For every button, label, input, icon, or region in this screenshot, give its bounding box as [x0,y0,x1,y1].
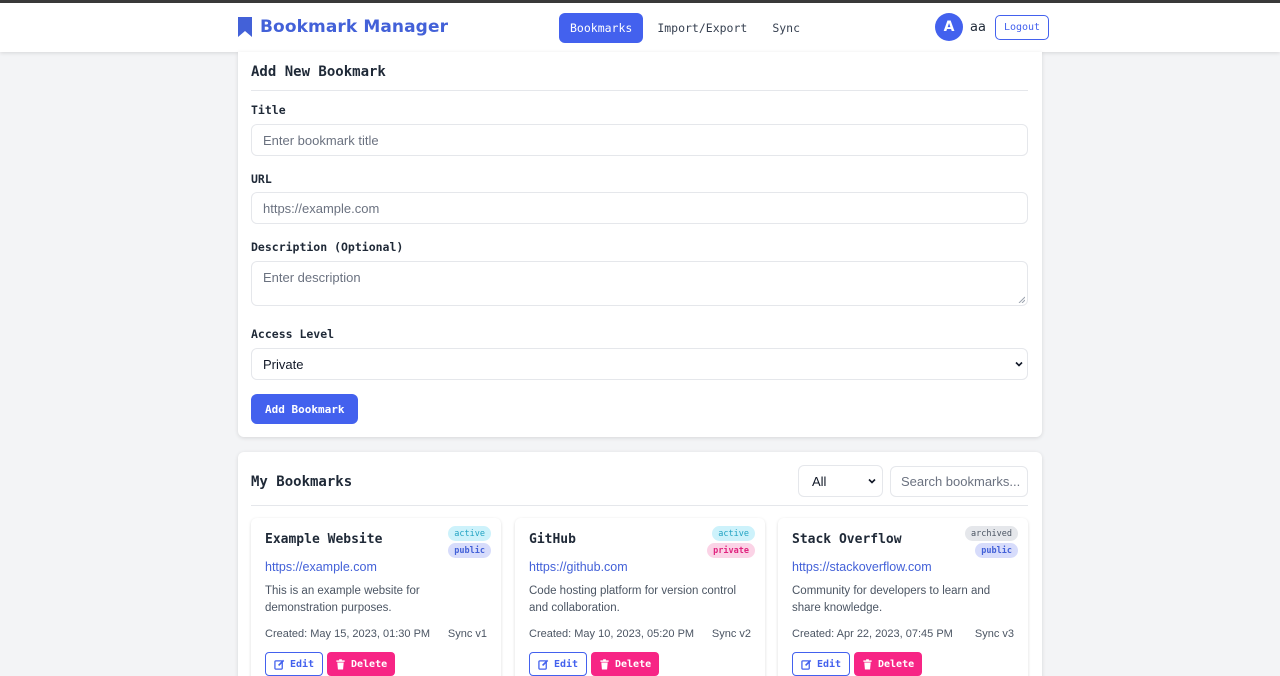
url-input[interactable]: https://example.com [251,192,1028,224]
edit-icon [801,659,812,670]
status-badge: active [712,526,755,541]
bookmark-title: Example Website [265,532,383,547]
trash-icon [336,658,345,670]
bookmark-description: Code hosting platform for version contro… [529,585,737,614]
trash-icon [863,658,872,670]
url-label: URL [251,172,272,186]
access-badge: public [975,543,1018,558]
my-bookmarks-card: My Bookmarks All Search bookmarks... Exa… [238,452,1042,676]
add-bookmark-card: Add New Bookmark Title Enter bookmark ti… [238,52,1042,437]
status-filter-value: All [812,473,827,489]
status-badge: archived [965,526,1018,541]
bookmark-card: Example Website active public https://ex… [251,518,501,676]
badge-group: active private [707,526,755,560]
url-placeholder: https://example.com [263,200,380,216]
access-level-select[interactable]: Private [251,348,1028,380]
nav-bookmarks[interactable]: Bookmarks [559,13,644,43]
bookmark-description: Community for developers to learn and sh… [792,585,991,614]
access-badge: public [448,543,491,558]
bookmark-description: This is an example website for demonstra… [265,585,420,614]
edit-icon [538,659,549,670]
bookmark-sync-version: Sync v3 [974,628,1014,640]
status-badge: active [448,526,491,541]
title-label: Title [251,103,286,117]
delete-button[interactable]: Delete [591,652,660,676]
add-bookmark-button[interactable]: Add Bookmark [251,394,359,424]
bookmark-created-date: Created: May 10, 2023, 05:20 PM [529,628,695,640]
delete-label: Delete [878,658,915,670]
main-nav: Bookmarks Import/Export Sync [559,13,814,43]
edit-label: Edit [290,658,315,670]
title-input[interactable]: Enter bookmark title [251,124,1028,156]
username: aa [970,19,986,35]
bookmark-created-date: Created: Apr 22, 2023, 07:45 PM [792,628,953,640]
bookmark-url-link[interactable]: https://stackoverflow.com [792,560,932,574]
edit-label: Edit [554,658,579,670]
bookmark-sync-version: Sync v1 [447,628,487,640]
delete-button[interactable]: Delete [327,652,396,676]
search-placeholder: Search bookmarks... [901,474,1021,489]
edit-icon [274,659,285,670]
edit-label: Edit [817,658,842,670]
access-level-value: Private [263,356,304,372]
user-area: A aa Logout [935,13,1050,41]
my-bookmarks-heading: My Bookmarks [251,474,353,490]
chevron-down-icon [868,478,876,484]
bookmark-created-date: Created: May 15, 2023, 01:30 PM [265,628,431,640]
add-bookmark-heading: Add New Bookmark [251,64,386,80]
navbar: Bookmark Manager Bookmarks Import/Export… [0,3,1280,52]
resize-handle-icon[interactable] [1018,296,1025,303]
divider [251,505,1028,506]
bookmark-card: GitHub active private https://github.com… [515,518,765,676]
edit-button[interactable]: Edit [265,652,324,676]
badge-group: archived public [965,526,1018,560]
app-title: Bookmark Manager [260,17,449,37]
edit-button[interactable]: Edit [792,652,851,676]
delete-button[interactable]: Delete [854,652,923,676]
badge-group: active public [448,526,491,560]
divider [251,90,1028,91]
chevron-down-icon [1015,361,1023,367]
description-textarea[interactable]: Enter description [251,261,1028,306]
trash-icon [600,658,609,670]
bookmark-url-link[interactable]: https://example.com [265,560,377,574]
status-filter-select[interactable]: All [798,465,883,497]
bookmark-card: Stack Overflow archived public https://s… [778,518,1028,676]
title-placeholder: Enter bookmark title [263,132,379,148]
access-badge: private [707,543,755,558]
edit-button[interactable]: Edit [529,652,588,676]
bookmark-sync-version: Sync v2 [711,628,751,640]
nav-sync[interactable]: Sync [761,13,811,43]
bookmark-title: Stack Overflow [792,532,902,547]
logout-button[interactable]: Logout [994,14,1050,40]
description-label: Description (Optional) [251,240,404,254]
bookmark-url-link[interactable]: https://github.com [529,560,628,574]
search-input[interactable]: Search bookmarks... [890,466,1028,497]
description-placeholder: Enter description [263,270,361,285]
delete-label: Delete [351,658,388,670]
nav-import-export[interactable]: Import/Export [646,13,758,43]
avatar[interactable]: A [935,13,963,41]
access-level-label: Access Level [251,327,335,341]
brand[interactable]: Bookmark Manager [237,15,448,39]
bookmark-title: GitHub [529,532,576,547]
delete-label: Delete [615,658,652,670]
bookmark-icon [238,17,252,37]
